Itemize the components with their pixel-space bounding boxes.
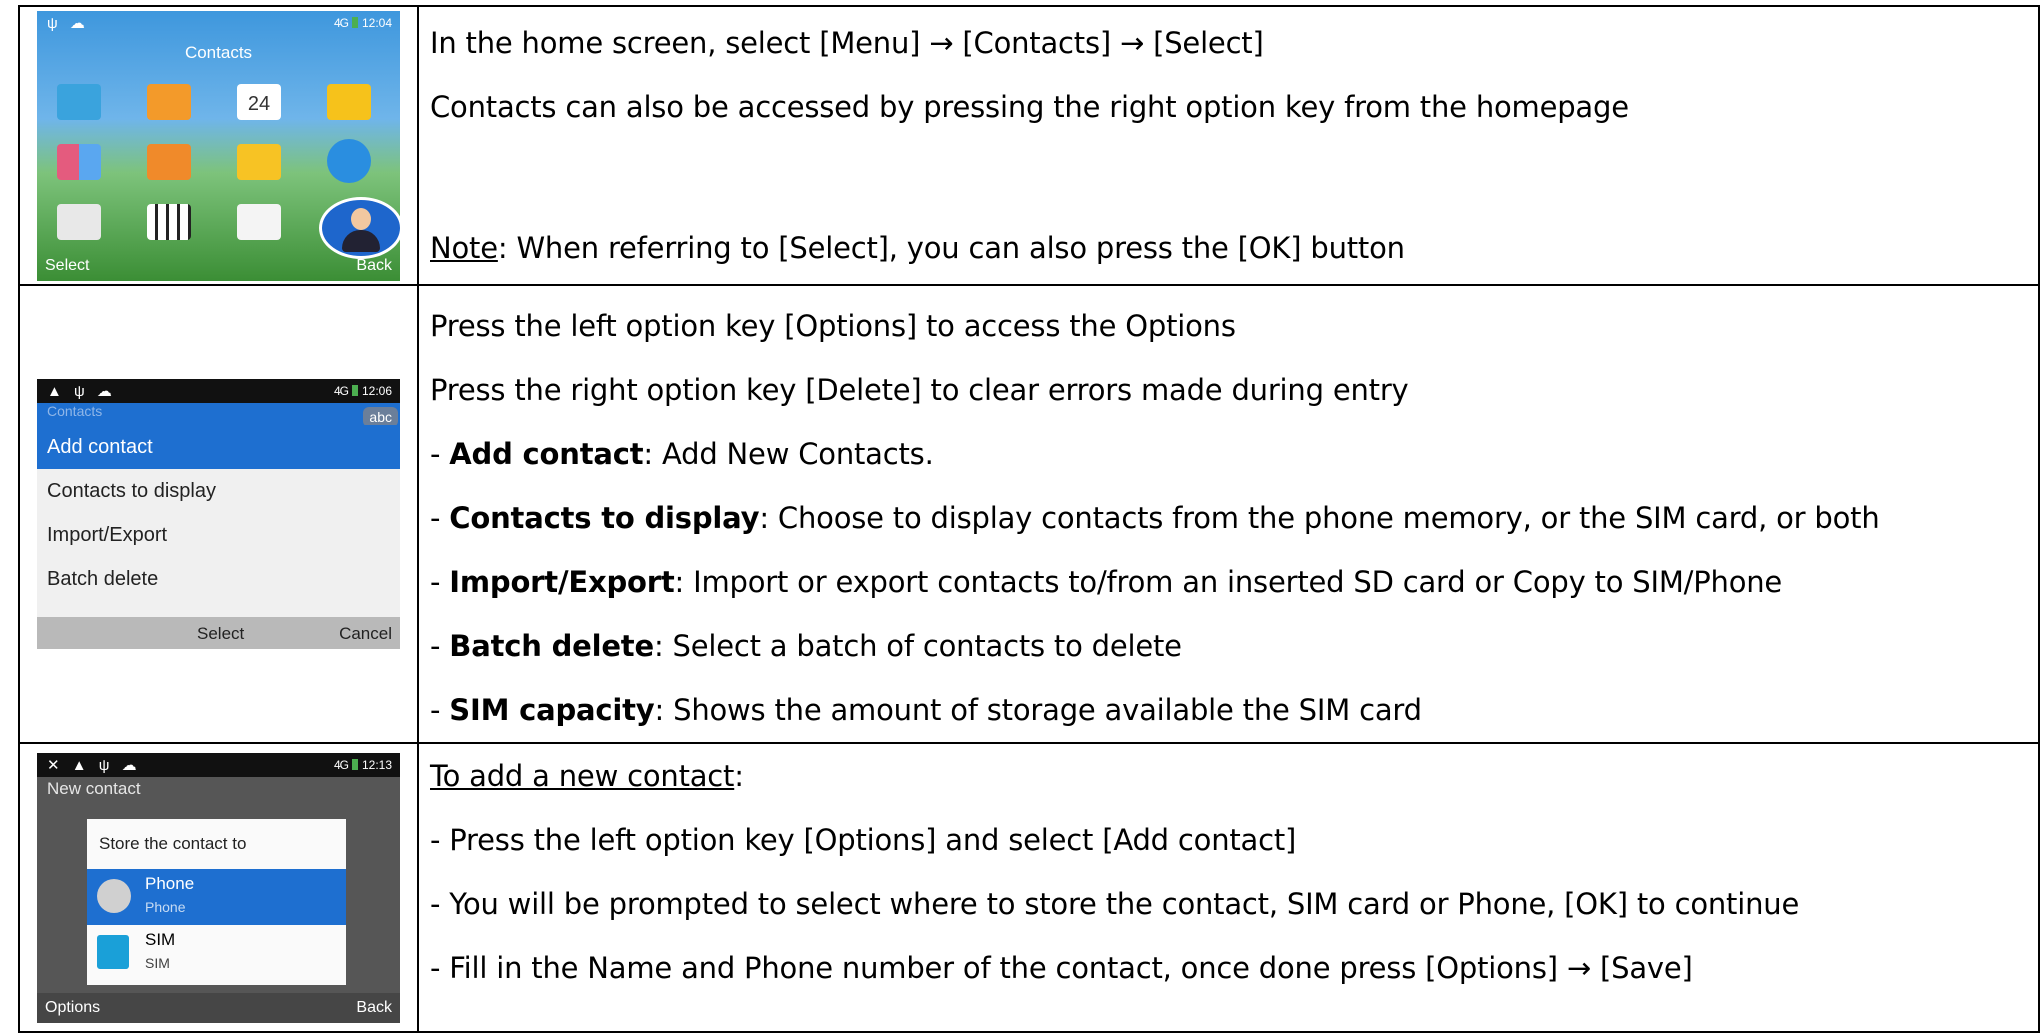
store-option-phone[interactable]: Phone Phone [87,868,346,925]
menu-item-contacts-to-display[interactable]: Contacts to display [37,469,400,513]
definition-desc: : Choose to display contacts from the ph… [759,501,1880,535]
signal-icon: 4G [333,384,349,398]
note-line: Note: When referring to [Select], you ca… [430,216,1405,280]
instruction-line: In the home screen, select [Menu] → [Con… [430,26,1264,60]
clock: 12:04 [361,15,392,30]
status-bar: ψ ☁ 4G 12:04 [37,11,400,35]
instruction-line: - You will be prompted to select where t… [430,887,1800,921]
equalizer-app-icon [147,83,191,120]
table-row-options-menu: ▲ ψ ☁ 4G 12:06 Contacts abc Add contact C… [18,284,2040,744]
menu-item-batch-delete[interactable]: Batch delete [37,557,400,601]
screenshot-cell: ▲ ψ ☁ 4G 12:06 Contacts abc Add contact C… [18,284,419,744]
screen-title: Contacts [184,42,253,62]
definition-desc: : Add New Contacts. [643,437,934,471]
piano-app-icon [147,203,191,240]
soft-key-bar: Options Back [37,992,400,1023]
sim-icon [97,934,129,969]
soft-key-bar: Select Back [37,251,400,281]
avatar-icon [97,878,131,913]
screen-title: New contact [47,778,141,798]
table-row-home-screen: ψ ☁ 4G 12:04 Contacts 24 Select Back In … [18,5,2040,286]
status-bar: ✕ ▲ ψ ☁ 4G 12:13 [37,752,400,777]
definition-desc: : Select a batch of contacts to delete [653,629,1182,663]
contacts-app-icon[interactable] [319,196,400,259]
option-name: SIM [145,929,176,949]
option-sub: SIM [145,954,170,971]
signal-icon: 4G [333,15,349,30]
instruction-table: ψ ☁ 4G 12:04 Contacts 24 Select Back In … [18,5,2040,1033]
back-softkey[interactable]: Back [356,999,392,1017]
instruction-line: - Press the left option key [Options] an… [430,823,1297,857]
menu-item-add-contact[interactable]: Add contact [37,425,400,469]
missed-call-warning-usb-cat-icons: ✕ ▲ ψ ☁ [47,756,141,774]
new-contact-screenshot: ✕ ▲ ψ ☁ 4G 12:13 New contact Store the co… [37,752,400,1023]
dialog-title: Store the contact to [99,833,247,853]
back-softkey[interactable]: Back [356,257,392,275]
radio-app-icon [57,203,101,240]
option-sub: Phone [145,898,186,915]
definition-term: Contacts to display [449,501,760,535]
definition-line: - Contacts to display: Choose to display… [430,501,1880,535]
airplane-app-icon [237,203,281,240]
store-contact-dialog: Store the contact to Phone Phone SIM SIM [87,818,346,985]
input-mode-badge: abc [363,407,398,427]
browser-globe-icon [327,138,371,183]
soft-key-bar: Select Cancel [37,617,400,649]
menu-header: Contacts [37,403,400,425]
usb-cat-icons: ψ ☁ [47,14,89,32]
instruction-cell: To add a new contact: - Press the left o… [417,742,2040,1033]
definition-term: Import/Export [449,565,675,599]
note-text: : When referring to [Select], you can al… [497,231,1405,265]
instruction-cell: In the home screen, select [Menu] → [Con… [417,5,2040,286]
download-app-icon [57,83,101,120]
instruction-cell: Press the left option key [Options] to a… [417,284,2040,744]
options-menu-screenshot: ▲ ψ ☁ 4G 12:06 Contacts abc Add contact C… [37,379,400,649]
note-label: Note [430,231,498,265]
table-row-new-contact: ✕ ▲ ψ ☁ 4G 12:13 New contact Store the co… [18,742,2040,1033]
definition-term: SIM capacity [449,693,655,727]
signal-icon: 4G [333,757,349,772]
select-softkey[interactable]: Select [197,624,244,644]
definition-term: Batch delete [449,629,654,663]
screenshot-cell: ψ ☁ 4G 12:04 Contacts 24 Select Back [18,5,419,286]
screenshot-cell: ✕ ▲ ψ ☁ 4G 12:13 New contact Store the co… [18,742,419,1033]
calendar-app-icon: 24 [237,83,281,120]
definition-line: - Add contact: Add New Contacts. [430,437,934,471]
options-softkey[interactable]: Options [45,999,100,1017]
status-bar: ▲ ψ ☁ 4G 12:06 [37,379,400,403]
instruction-line: Contacts can also be accessed by pressin… [430,90,1629,124]
menu-item-import-export[interactable]: Import/Export [37,513,400,557]
option-name: Phone [145,873,195,893]
definition-desc: : Import or export contacts to/from an i… [674,565,1783,599]
definition-desc: : Shows the amount of storage available … [654,693,1423,727]
battery-icon [351,16,358,28]
clock: 12:06 [361,384,392,398]
tiles-app-icon [57,143,101,180]
section-heading: To add a new contact: [430,759,744,793]
definition-line: - SIM capacity: Shows the amount of stor… [430,693,1423,727]
warning-usb-cat-icons: ▲ ψ ☁ [47,383,116,400]
instruction-line: - Fill in the Name and Phone number of t… [430,951,1693,985]
battery-icon [351,385,358,396]
clock: 12:13 [361,757,392,772]
definition-line: - Import/Export: Import or export contac… [430,565,1783,599]
cancel-softkey[interactable]: Cancel [339,624,392,644]
definition-line: - Batch delete: Select a batch of contac… [430,629,1182,663]
instruction-line: Press the left option key [Options] to a… [430,309,1236,343]
folder-app-icon [237,143,281,180]
battery-icon [351,758,358,770]
instruction-line: Press the right option key [Delete] to c… [430,373,1409,407]
select-softkey[interactable]: Select [45,257,89,275]
definition-term: Add contact [449,437,644,471]
store-option-sim[interactable]: SIM SIM [87,925,346,981]
home-screen-screenshot: ψ ☁ 4G 12:04 Contacts 24 Select Back [37,10,400,281]
message-app-icon [327,83,371,120]
gallery-app-icon [147,143,191,180]
